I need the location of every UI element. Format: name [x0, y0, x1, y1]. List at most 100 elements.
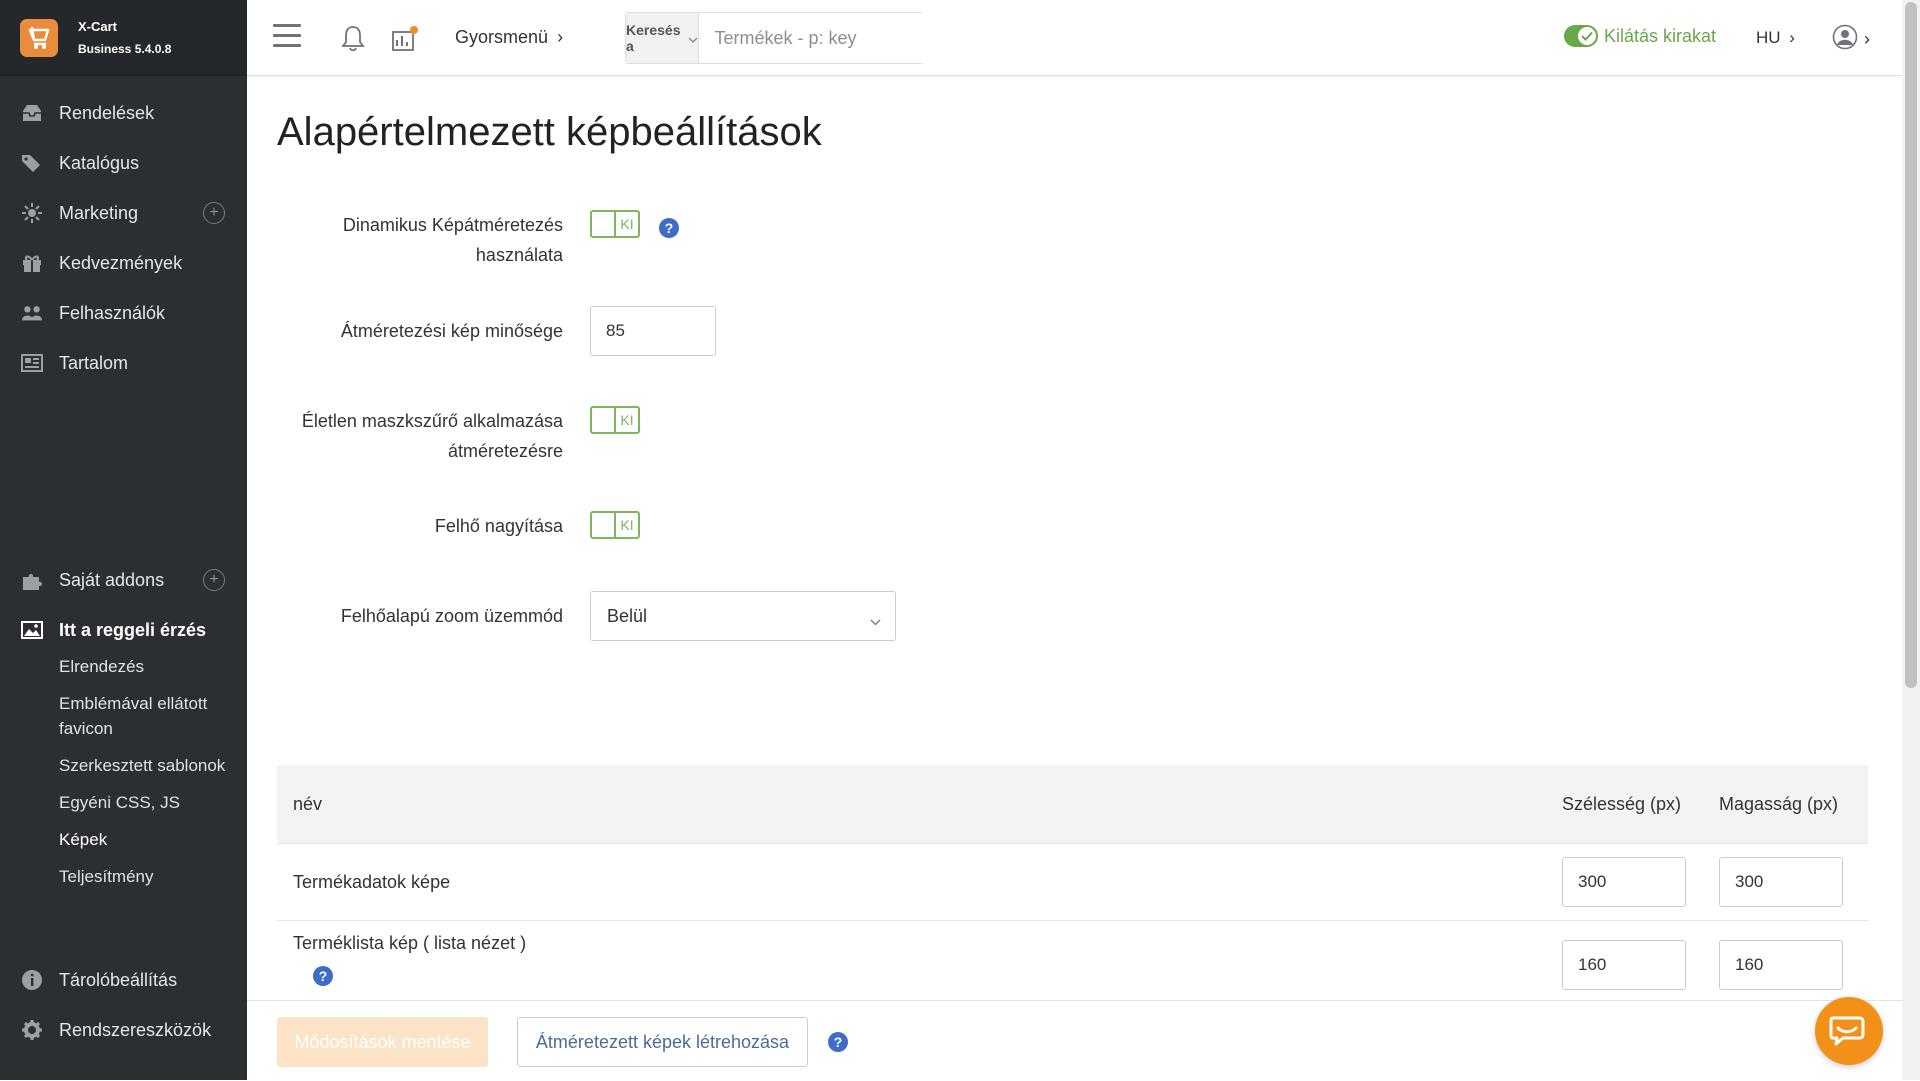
subnav-images[interactable]: Képek — [0, 827, 247, 852]
chevron-down-icon — [688, 30, 698, 46]
main-content: Alapértelmezett képbeállítások Dinamikus… — [247, 76, 1902, 1000]
language-selector[interactable]: HU › — [1756, 28, 1795, 48]
sidebar-item-users[interactable]: Felhasználók — [0, 288, 247, 338]
unsharp-mask-toggle[interactable]: KI — [590, 406, 640, 434]
puzzle-icon — [21, 569, 43, 591]
sidebar-item-discounts[interactable]: Kedvezmények — [0, 238, 247, 288]
bottom-nav: Tárolóbeállítás Rendszereszközök — [0, 955, 247, 1055]
subnav-edited-templates[interactable]: Szerkesztett sablonok — [0, 753, 247, 778]
sidebar: X-Cart Business 5.4.0.8 Rendelések Katal… — [0, 0, 247, 1080]
select-value: Belül — [607, 605, 648, 626]
label-line: Dinamikus Képátméretezés — [342, 215, 563, 235]
sidebar-item-label: Kedvezmények — [59, 252, 183, 273]
sidebar-item-content[interactable]: Tartalom — [0, 338, 247, 388]
cloud-zoom-mode-select[interactable]: Belül — [590, 591, 896, 641]
subnav-logo-favicon[interactable]: Emblémával ellátott favicon — [0, 691, 247, 741]
sidebar-item-label: Itt a reggeli érzés — [59, 619, 207, 640]
save-changes-button[interactable]: Módosítások mentése — [277, 1017, 488, 1067]
page-title: Alapértelmezett képbeállítások — [277, 110, 822, 154]
quality-input[interactable] — [590, 306, 716, 356]
height-input[interactable] — [1719, 857, 1843, 907]
brand-name: X-Cart — [78, 18, 118, 34]
sidebar-item-label: Marketing — [59, 202, 139, 223]
toggle-knob — [592, 212, 616, 236]
toggle-state: KI — [620, 412, 634, 428]
sidebar-item-marketing[interactable]: Marketing + — [0, 188, 247, 238]
cloud-zoom-mode-label: Felhőalapú zoom üzemmód — [340, 606, 563, 626]
scrollbar-thumb[interactable] — [1905, 2, 1917, 688]
user-menu[interactable]: › — [1832, 24, 1870, 55]
generate-resized-images-button[interactable]: Átméretezett képek létrehozása — [517, 1017, 808, 1067]
quick-menu[interactable]: Gyorsmenü › — [455, 27, 563, 48]
dynamic-resize-toggle[interactable]: KI — [590, 210, 640, 238]
row-name-cell: Terméklista kép ( lista nézet ) ? — [277, 920, 1561, 1000]
toggle-state: KI — [620, 517, 634, 533]
dynamic-resize-label: Dinamikus Képátméretezés használata — [343, 210, 563, 270]
subnav-performance[interactable]: Teljesítmény — [0, 864, 247, 889]
toggle-state: KI — [620, 216, 634, 232]
quality-label: Átméretezési kép minősége — [340, 321, 563, 341]
help-icon[interactable]: ? — [828, 1032, 848, 1052]
brand-version: Business 5.4.0.8 — [78, 41, 172, 56]
sidebar-item-look-feel[interactable]: Itt a reggeli érzés — [0, 605, 247, 655]
sidebar-item-addons[interactable]: Saját addons + — [0, 555, 247, 605]
add-marketing-icon[interactable]: + — [203, 202, 225, 224]
label-line: használata — [475, 245, 563, 265]
toggle-switch — [1564, 25, 1598, 47]
width-input[interactable] — [1562, 857, 1686, 907]
hamburger-menu-icon[interactable] — [273, 24, 301, 48]
column-name: név — [277, 765, 1561, 844]
sidebar-item-system-tools[interactable]: Rendszereszközök — [0, 1005, 247, 1055]
sidebar-item-label: Tartalom — [59, 352, 129, 373]
chevron-right-icon: › — [1789, 28, 1795, 47]
label-line: átméretezésre — [447, 441, 563, 461]
sidebar-item-label: Katalógus — [59, 152, 140, 173]
search-input[interactable] — [698, 13, 949, 63]
brand[interactable]: X-Cart Business 5.4.0.8 — [0, 0, 247, 76]
search-type-dropdown[interactable]: Keresés a — [626, 13, 699, 63]
main-nav: Rendelések Katalógus Marketing + Kedvezm… — [0, 88, 247, 388]
search-type-label: Keresés a — [626, 22, 681, 54]
users-icon — [21, 302, 43, 324]
image-sizes-table: név Szélesség (px) Magasság (px) Terméka… — [277, 765, 1868, 1000]
chevron-right-icon: › — [1864, 29, 1870, 49]
storefront-toggle[interactable]: Kilátás kirakat — [1564, 25, 1716, 47]
sidebar-item-label: Saját addons — [59, 569, 165, 590]
bell-icon[interactable] — [340, 24, 366, 57]
addons-nav: Saját addons + Itt a reggeli érzés — [0, 555, 247, 655]
sidebar-item-label: Rendszereszközök — [59, 1019, 212, 1040]
subnav-layout[interactable]: Elrendezés — [0, 654, 247, 679]
orders-icon — [21, 102, 43, 124]
quick-menu-label: Gyorsmenü — [455, 27, 549, 47]
chat-icon[interactable] — [1815, 997, 1883, 1065]
sidebar-item-store-setup[interactable]: Tárolóbeállítás — [0, 955, 247, 1005]
column-height: Magasság (px) — [1718, 765, 1868, 844]
user-avatar-icon — [1832, 24, 1858, 55]
sidebar-item-catalog[interactable]: Katalógus — [0, 138, 247, 188]
cloud-zoom-label: Felhő nagyítása — [434, 516, 563, 536]
image-icon — [21, 619, 43, 641]
page-scrollbar[interactable] — [1902, 0, 1920, 1080]
width-input[interactable] — [1562, 939, 1686, 990]
topbar: Gyorsmenü › Keresés a Kilátás kirakat HU… — [247, 0, 1902, 76]
analytics-icon[interactable] — [391, 24, 421, 57]
chevron-right-icon: › — [557, 27, 564, 47]
language-label: HU — [1756, 28, 1781, 47]
subnav-custom-css-js[interactable]: Egyéni CSS, JS — [0, 790, 247, 815]
add-addon-icon[interactable]: + — [203, 569, 225, 591]
cloud-zoom-toggle[interactable]: KI — [590, 511, 640, 539]
table-row: Terméklista kép ( lista nézet ) ? — [277, 920, 1868, 1000]
check-icon — [1578, 27, 1596, 45]
gear-icon — [21, 1019, 43, 1041]
table-header-row: név Szélesség (px) Magasság (px) — [277, 765, 1868, 844]
info-icon — [21, 969, 43, 991]
help-icon[interactable]: ? — [313, 966, 333, 986]
height-input[interactable] — [1719, 939, 1843, 990]
xcart-logo-icon — [20, 18, 58, 57]
column-width: Szélesség (px) — [1561, 765, 1718, 844]
marketing-icon — [21, 202, 43, 224]
sidebar-item-label: Tárolóbeállítás — [59, 969, 178, 990]
table-row: Termékadatok képe — [277, 843, 1868, 921]
sidebar-item-orders[interactable]: Rendelések — [0, 88, 247, 138]
help-icon[interactable]: ? — [659, 218, 679, 238]
